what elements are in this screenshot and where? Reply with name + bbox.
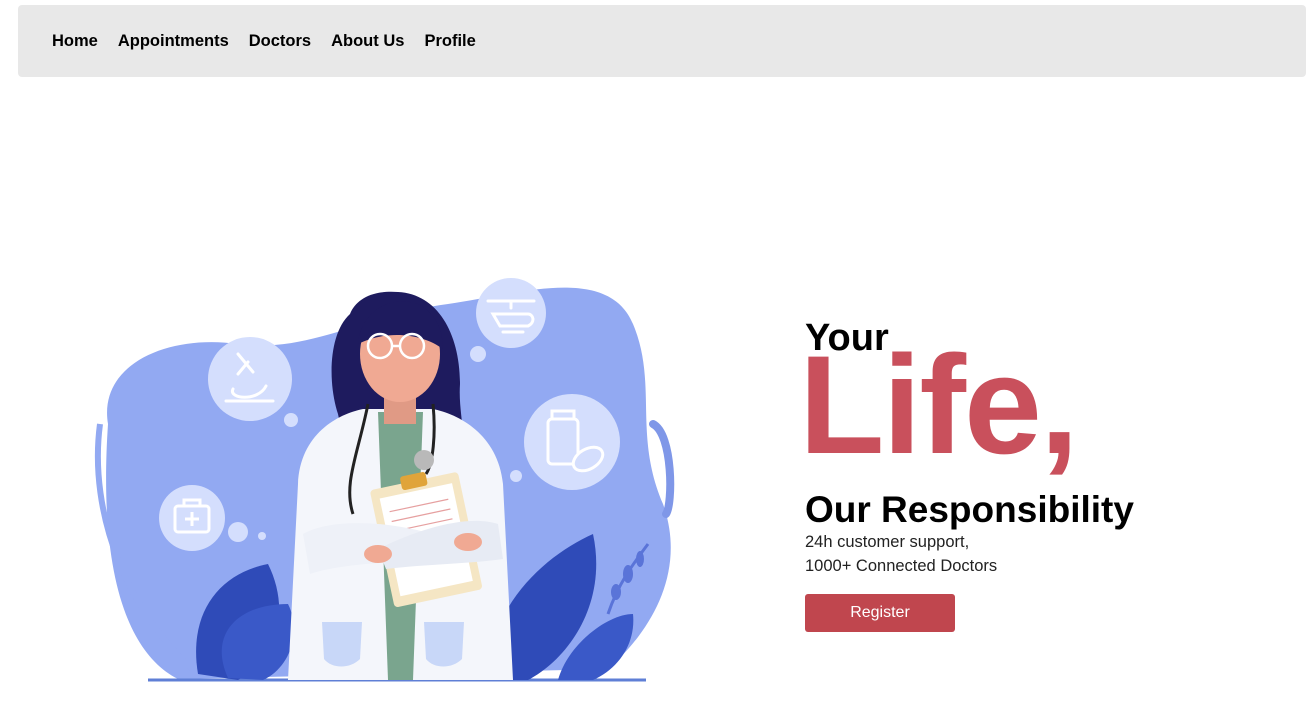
- nav-profile[interactable]: Profile: [424, 32, 475, 51]
- hero-subtext-support: 24h customer support,: [805, 533, 970, 551]
- register-button[interactable]: Register: [805, 594, 955, 632]
- helicopter-icon: [476, 278, 546, 348]
- nav-home[interactable]: Home: [52, 32, 98, 51]
- microscope-icon: [208, 337, 292, 421]
- top-navbar: Home Appointments Doctors About Us Profi…: [18, 5, 1306, 77]
- hero-line-responsibility: Our Responsibility: [805, 489, 1134, 530]
- first-aid-kit-icon: [159, 485, 225, 551]
- nav-appointments[interactable]: Appointments: [118, 32, 229, 51]
- medicine-bottle-icon: [524, 394, 620, 490]
- hero-subtext-doctors: 1000+ Connected Doctors: [805, 557, 998, 575]
- nav-about-us[interactable]: About Us: [331, 32, 404, 51]
- nav-doctors[interactable]: Doctors: [249, 32, 311, 51]
- doctor-illustration: [88, 274, 678, 694]
- hero-line-life: Life,: [799, 326, 1079, 483]
